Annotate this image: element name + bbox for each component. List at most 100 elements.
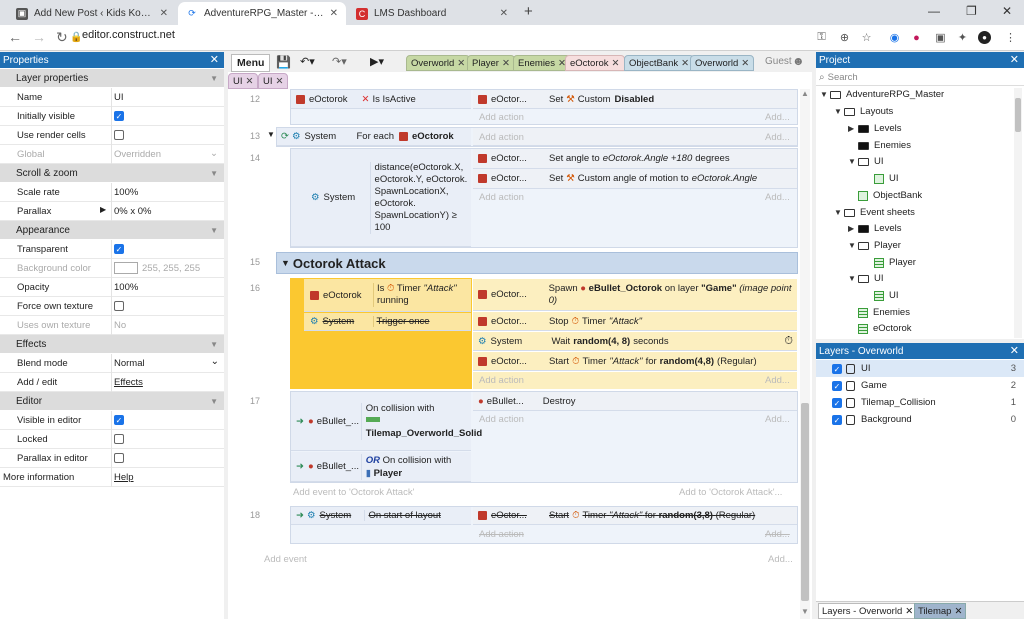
browser-tab-2[interactable]: ⟳ AdventureRPG_Master - Constru ✕: [178, 2, 346, 25]
tab-ui-1[interactable]: UI ✕: [228, 73, 259, 89]
checkbox[interactable]: [114, 434, 124, 445]
prop-blend-mode[interactable]: Blend mode Normal ⌄: [0, 354, 224, 373]
prop-scale-rate[interactable]: Scale rate 100%: [0, 183, 224, 202]
tab-layers-overworld[interactable]: Layers - Overworld ✕: [818, 603, 918, 619]
extension-icon[interactable]: ▣: [934, 31, 947, 44]
layer-visible-checkbox[interactable]: ✓: [832, 397, 842, 408]
prop-opacity[interactable]: Opacity 100%: [0, 278, 224, 297]
color-swatch[interactable]: [114, 262, 138, 274]
tab-overworld-layout[interactable]: Overworld ✕: [406, 55, 471, 71]
tree-levels-sheets[interactable]: ▶ Levels: [848, 223, 901, 234]
tab-enemies[interactable]: Enemies ✕: [513, 55, 571, 71]
action-start-timer[interactable]: eOctor... Start ⏱ Timer "Attack" for ran…: [473, 352, 797, 371]
menu-button[interactable]: Menu: [231, 54, 271, 72]
add-more-link[interactable]: Add...: [765, 529, 790, 540]
tree-player-folder[interactable]: ▼ Player: [848, 240, 901, 251]
close-icon[interactable]: ✕: [681, 58, 689, 69]
reload-icon[interactable]: ↻: [56, 29, 68, 46]
layer-row[interactable]: ✓ UI 3: [816, 360, 1024, 377]
prop-name[interactable]: Name UI: [0, 88, 224, 107]
close-icon[interactable]: ✕: [905, 606, 913, 617]
tree-root[interactable]: ▼ AdventureRPG_Master: [820, 89, 944, 100]
tree-enemies-sheet[interactable]: Enemies: [858, 307, 910, 318]
close-icon[interactable]: ✕: [612, 58, 620, 69]
close-icon[interactable]: ✕: [500, 8, 508, 19]
tree-levels[interactable]: ▶ Levels: [848, 123, 901, 134]
close-icon[interactable]: ✕: [276, 76, 284, 87]
close-icon[interactable]: ✕: [210, 53, 219, 66]
forward-icon[interactable]: →: [32, 29, 46, 45]
redo-icon[interactable]: ↷▾: [332, 55, 347, 68]
checkbox-checked[interactable]: ✓: [114, 244, 124, 255]
minimize-icon[interactable]: —: [928, 4, 940, 18]
add-event-to-group-link[interactable]: Add event to 'Octorok Attack': [293, 487, 414, 498]
add-more-link[interactable]: Add...: [765, 132, 790, 143]
close-icon[interactable]: ✕: [330, 8, 338, 19]
tab-player[interactable]: Player ✕: [467, 55, 515, 71]
extension-icon[interactable]: ◉: [888, 31, 901, 44]
layer-row[interactable]: ✓ Tilemap_Collision 1: [816, 394, 1024, 411]
add-to-group-link[interactable]: Add to 'Octorok Attack'...: [679, 487, 782, 498]
checkbox-checked[interactable]: ✓: [114, 111, 124, 122]
undo-icon[interactable]: ↶▾: [300, 55, 315, 68]
layer-visible-checkbox[interactable]: ✓: [832, 414, 842, 425]
tab-eoctorok[interactable]: eOctorok ✕: [565, 55, 625, 71]
close-icon[interactable]: ✕: [457, 58, 465, 69]
close-icon[interactable]: ✕: [246, 76, 254, 87]
tab-overworld-sheet[interactable]: Overworld ✕: [690, 55, 755, 71]
puzzle-icon[interactable]: ✦: [956, 31, 969, 44]
tree-objectbank[interactable]: ObjectBank: [858, 190, 922, 201]
action-set-custom[interactable]: eOctor... Set ⚒ Custom Disabled: [473, 90, 797, 109]
search-input[interactable]: Search: [828, 72, 858, 83]
action-set-angle[interactable]: eOctor... Set angle to eOctorok.Angle +1…: [473, 149, 797, 169]
expand-icon[interactable]: ▶: [100, 205, 106, 214]
collapse-icon[interactable]: ▼: [267, 130, 275, 139]
add-more-link[interactable]: Add...: [768, 554, 793, 565]
condition-collision-tilemap[interactable]: ➜ ● eBullet_... On collision with Tilemap_…: [291, 392, 482, 451]
prop-value[interactable]: 100%: [114, 187, 138, 198]
tree-enemies-folder[interactable]: Enemies: [858, 140, 911, 151]
layer-visible-checkbox[interactable]: ✓: [832, 380, 842, 391]
scrollbar[interactable]: [1014, 88, 1022, 338]
tree-player-sheet[interactable]: Player: [874, 257, 916, 268]
help-link[interactable]: Help: [114, 472, 134, 483]
lock-icon[interactable]: [846, 397, 855, 408]
add-more-link[interactable]: Add...: [765, 112, 790, 123]
close-icon[interactable]: ✕: [160, 8, 168, 19]
add-action-link[interactable]: Add action: [479, 529, 524, 540]
chevron-down-icon[interactable]: ⌄: [211, 356, 219, 367]
condition-collision-player[interactable]: ➜ ● eBullet_... OR On collision with ▮ Pla…: [291, 452, 471, 482]
extension-icon[interactable]: ●: [910, 31, 923, 44]
window-close-icon[interactable]: ✕: [1002, 4, 1012, 18]
group-header[interactable]: ▼ Octorok Attack: [276, 252, 798, 274]
prop-value[interactable]: 100%: [114, 282, 138, 293]
guest-label[interactable]: Guest: [765, 56, 792, 67]
tab-ui-2[interactable]: UI ✕: [258, 73, 289, 89]
checkbox-checked[interactable]: ✓: [114, 415, 124, 426]
tab-tilemap[interactable]: Tilemap ✕: [914, 603, 967, 619]
checkbox[interactable]: [114, 130, 124, 141]
close-icon[interactable]: ✕: [741, 58, 749, 69]
scroll-up-icon[interactable]: ▲: [801, 89, 809, 98]
blend-mode-select[interactable]: Normal: [114, 358, 145, 369]
prop-parallax[interactable]: Parallax ▶ 0% x 0%: [0, 202, 224, 221]
effects-link[interactable]: Effects: [114, 377, 143, 388]
condition-is-active[interactable]: eOctorok ✕ Is IsActive: [291, 90, 471, 109]
section-editor[interactable]: Editor ▼: [0, 392, 224, 410]
action-wait[interactable]: ⚙ System Wait random(4, 8) seconds ⏱: [473, 332, 797, 351]
layer-row[interactable]: ✓ Game 2: [816, 377, 1024, 394]
tree-ui-layout[interactable]: UI: [874, 173, 899, 184]
section-effects[interactable]: Effects ▼: [0, 335, 224, 353]
close-icon[interactable]: ✕: [954, 606, 962, 617]
add-more-link[interactable]: Add...: [765, 192, 790, 203]
condition-for-each[interactable]: ⟳ ⚙ System For each eOctorok: [277, 128, 471, 146]
browser-tab-3[interactable]: C LMS Dashboard ✕: [348, 2, 516, 25]
scrollbar-thumb[interactable]: [801, 403, 809, 601]
checkbox[interactable]: [114, 301, 124, 312]
restore-icon[interactable]: ❐: [966, 4, 977, 18]
section-layer-properties[interactable]: Layer properties ▼: [0, 69, 224, 87]
section-appearance[interactable]: Appearance ▼: [0, 221, 224, 239]
tree-eoctorok-sheet[interactable]: eOctorok: [858, 323, 912, 334]
collapse-icon[interactable]: ▼: [281, 258, 290, 268]
zoom-icon[interactable]: ⊕: [838, 31, 851, 44]
